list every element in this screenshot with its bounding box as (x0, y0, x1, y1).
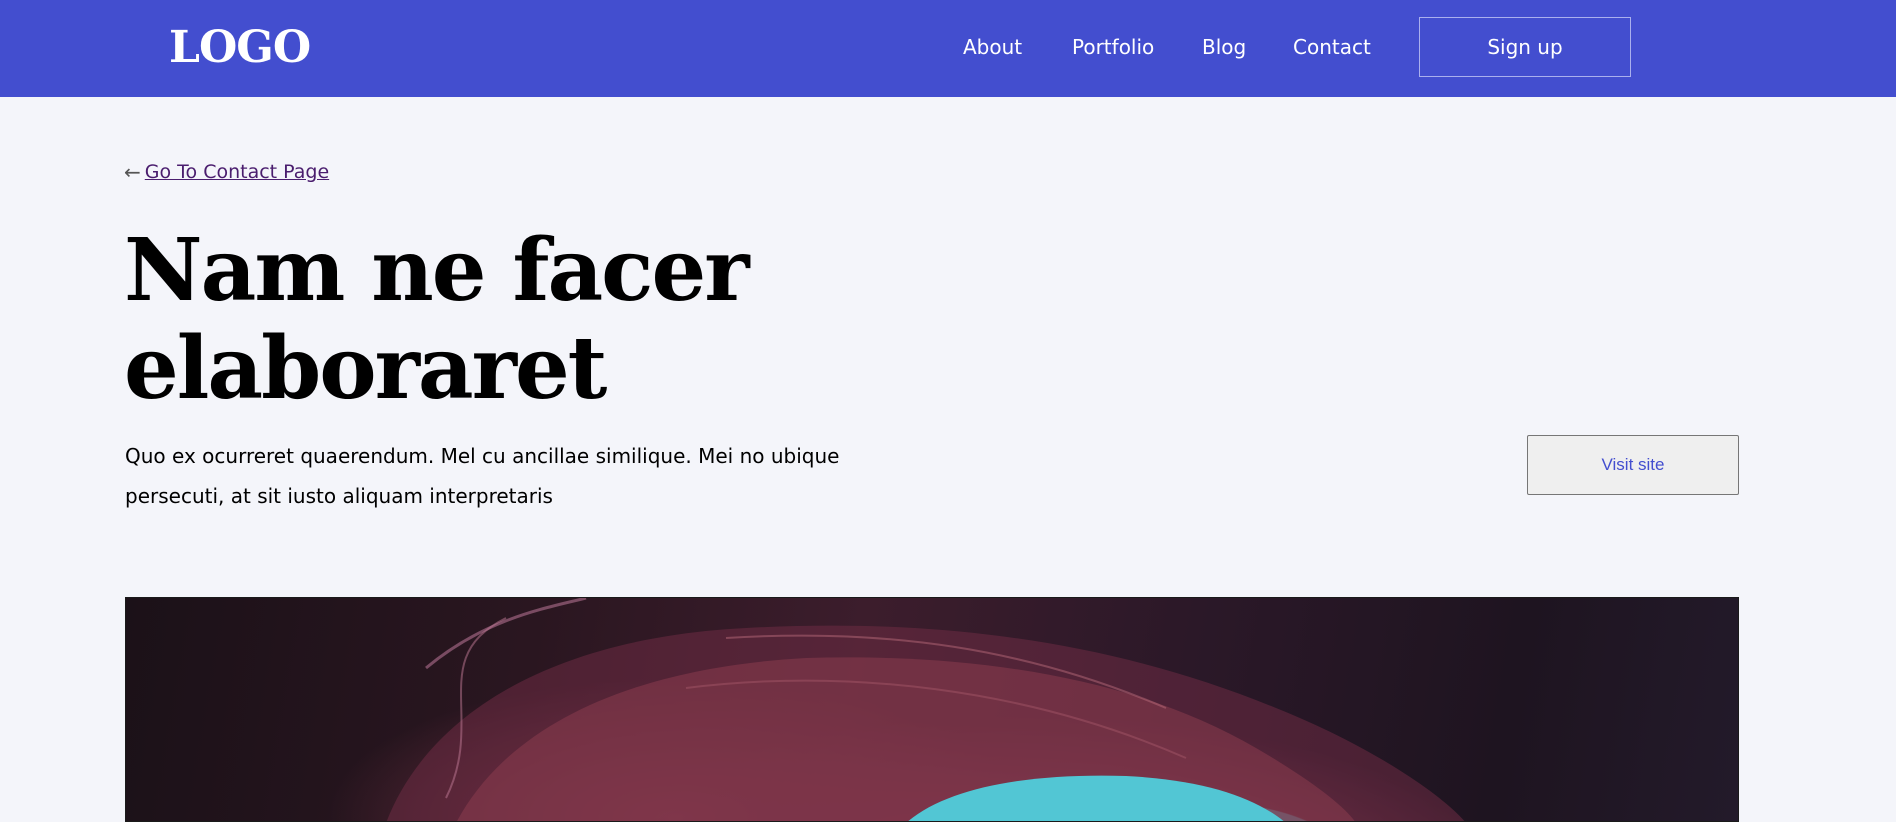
page-title-line-1: Nam ne facer (124, 220, 750, 321)
nav-link-blog[interactable]: Blog (1202, 34, 1246, 60)
lead-line-1: Quo ex ocurreret quaerendum. Mel cu anci… (125, 444, 840, 468)
lead-paragraph: Quo ex ocurreret quaerendum. Mel cu anci… (125, 436, 845, 516)
page-title-line-2: elaboraret (124, 318, 607, 419)
back-to-contact-link[interactable]: ← Go To Contact Page (124, 159, 329, 185)
nav-link-portfolio[interactable]: Portfolio (1072, 34, 1154, 60)
hero-image (125, 597, 1739, 822)
signup-button[interactable]: Sign up (1419, 17, 1631, 77)
nav-link-contact[interactable]: Contact (1293, 34, 1371, 60)
nav-link-about[interactable]: About (963, 34, 1022, 60)
top-navbar: LOGO About Portfolio Blog Contact Sign u… (0, 0, 1896, 97)
page-title: Nam ne facer elaboraret (124, 222, 924, 418)
arrow-left-icon: ← (124, 160, 141, 184)
visit-site-button[interactable]: Visit site (1527, 435, 1739, 495)
lead-line-2: persecuti, at sit iusto aliquam interpre… (125, 484, 553, 508)
canyon-rock-illustration (386, 598, 1465, 821)
back-link-label: Go To Contact Page (144, 161, 330, 183)
